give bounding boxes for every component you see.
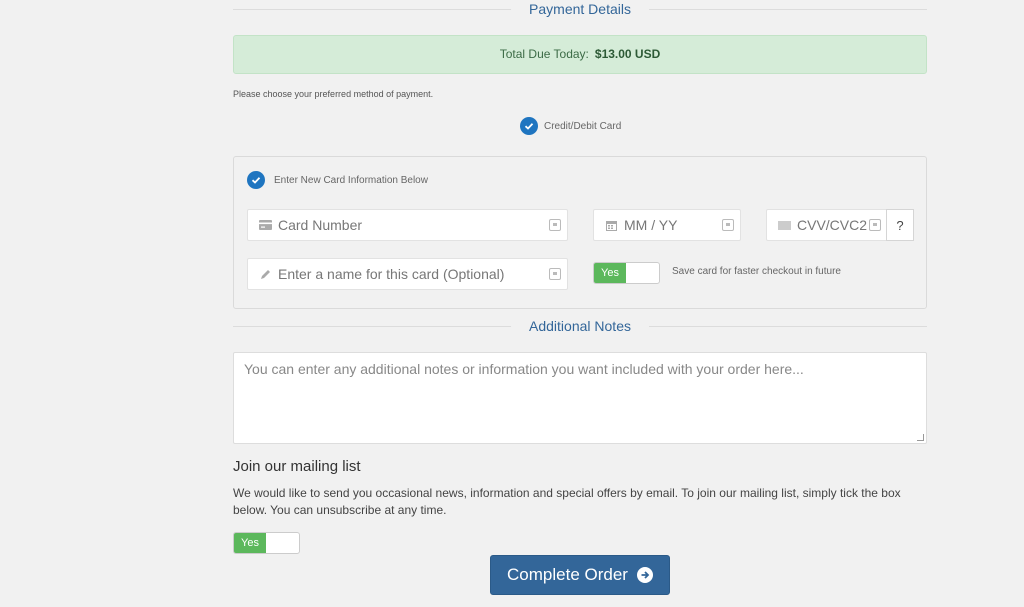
mailing-list-toggle[interactable]: Yes bbox=[233, 532, 300, 554]
expiry-input[interactable]: MM / YY bbox=[593, 209, 741, 241]
total-due-value: $13.00 USD bbox=[594, 47, 661, 61]
pencil-icon bbox=[258, 269, 272, 280]
cvv-input[interactable]: CVV/CVC2 bbox=[766, 209, 888, 241]
arrow-right-circle-icon bbox=[636, 567, 653, 583]
payment-details-title: Payment Details bbox=[511, 1, 649, 17]
credit-card-icon bbox=[258, 220, 272, 230]
notes-placeholder: You can enter any additional notes or in… bbox=[244, 361, 804, 377]
mailing-list-heading: Join our mailing list bbox=[233, 458, 361, 475]
mailing-list-toggle-on: Yes bbox=[234, 533, 266, 553]
additional-notes-textarea[interactable]: You can enter any additional notes or in… bbox=[233, 352, 927, 444]
card-name-placeholder: Enter a name for this card (Optional) bbox=[278, 266, 505, 282]
payment-method-hint: Please choose your preferred method of p… bbox=[233, 89, 434, 99]
barcode-icon bbox=[777, 220, 791, 230]
payment-details-separator: Payment Details bbox=[233, 0, 927, 20]
calendar-icon bbox=[604, 220, 618, 231]
complete-order-label: Complete Order bbox=[507, 565, 628, 584]
autofill-icon[interactable] bbox=[549, 219, 561, 231]
autofill-icon[interactable] bbox=[869, 219, 881, 231]
autofill-icon[interactable] bbox=[549, 268, 561, 280]
save-card-toggle[interactable]: Yes bbox=[593, 262, 660, 284]
additional-notes-separator: Additional Notes bbox=[233, 317, 927, 337]
additional-notes-title: Additional Notes bbox=[511, 318, 649, 334]
complete-order-button[interactable]: Complete Order bbox=[490, 555, 670, 595]
payment-method-label: Credit/Debit Card bbox=[544, 120, 622, 132]
check-circle-icon[interactable] bbox=[247, 171, 265, 189]
payment-method-credit-card[interactable]: Credit/Debit Card bbox=[520, 117, 621, 135]
save-card-toggle-on: Yes bbox=[594, 263, 626, 283]
card-number-placeholder: Card Number bbox=[278, 217, 363, 233]
check-circle-icon[interactable] bbox=[520, 117, 538, 135]
cvv-placeholder: CVV/CVC2 bbox=[797, 217, 868, 233]
resize-handle[interactable] bbox=[917, 434, 924, 441]
total-due-label: Total Due Today: bbox=[499, 47, 589, 61]
total-due-banner: Total Due Today: $13.00 USD bbox=[233, 35, 927, 74]
mailing-list-text: We would like to send you occasional new… bbox=[233, 486, 901, 517]
card-name-input[interactable]: Enter a name for this card (Optional) bbox=[247, 258, 568, 290]
autofill-icon[interactable] bbox=[722, 219, 734, 231]
card-number-input[interactable]: Card Number bbox=[247, 209, 568, 241]
save-card-label: Save card for faster checkout in future bbox=[672, 266, 841, 277]
cvv-help-button[interactable]: ? bbox=[886, 209, 914, 241]
card-info-panel: Enter New Card Information Below Card Nu… bbox=[233, 156, 927, 309]
new-card-option[interactable]: Enter New Card Information Below bbox=[247, 171, 428, 189]
new-card-label: Enter New Card Information Below bbox=[274, 174, 428, 186]
expiry-placeholder: MM / YY bbox=[624, 217, 678, 233]
